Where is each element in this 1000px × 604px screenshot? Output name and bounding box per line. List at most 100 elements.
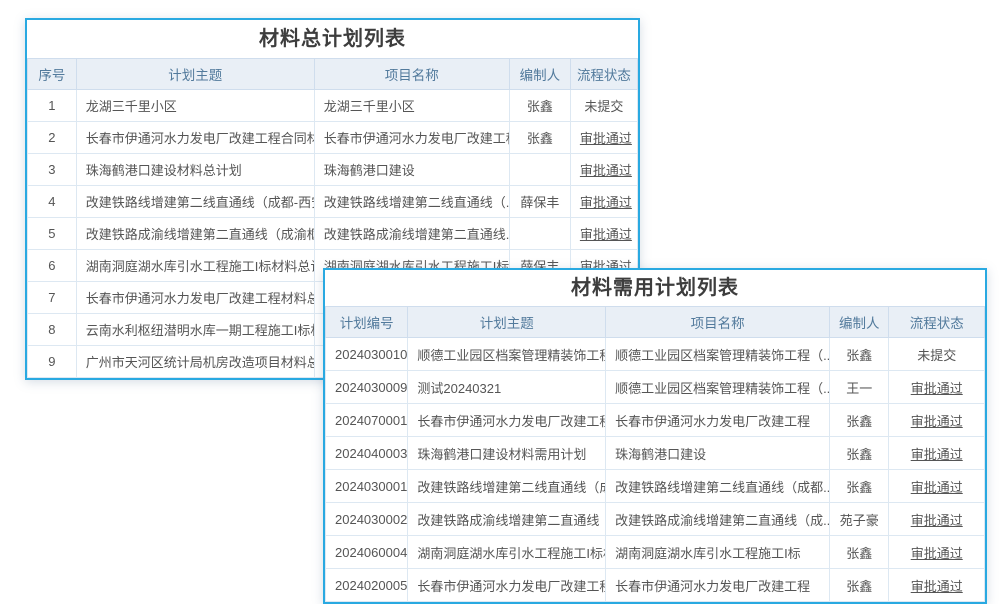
status-text[interactable]: 审批通过	[889, 503, 985, 536]
material-requirement-plan-table: 计划编号计划主题项目名称编制人流程状态 2024030010顺德工业园区档案管理…	[325, 306, 985, 602]
plan-number-link[interactable]: 2024030009	[326, 371, 408, 404]
table-row: 2024030001改建铁路线增建第二线直通线（成都...改建铁路线增建第二线直…	[326, 470, 985, 503]
table-row: 2长春市伊通河水力发电厂改建工程合同材料...长春市伊通河水力发电厂改建工程张鑫…	[28, 122, 638, 154]
project-name-link[interactable]: 改建铁路线增建第二线直通线（...	[314, 186, 509, 218]
column-header: 项目名称	[314, 59, 509, 90]
plan-subject-link[interactable]: 珠海鹤港口建设材料需用计划	[408, 437, 606, 470]
compiler-link[interactable]: 张鑫	[830, 536, 889, 569]
seq-cell: 3	[28, 154, 77, 186]
plan-subject-link[interactable]: 长春市伊通河水力发电厂改建工程合同材料...	[76, 122, 314, 154]
compiler-link[interactable]: 张鑫	[830, 437, 889, 470]
plan-number-link[interactable]: 2024040003	[326, 437, 408, 470]
seq-cell: 7	[28, 282, 77, 314]
plan-subject-link[interactable]: 改建铁路成渝线增建第二直通线（成...	[408, 503, 606, 536]
table-header-row: 计划编号计划主题项目名称编制人流程状态	[326, 307, 985, 338]
table-row: 2024020005长春市伊通河水力发电厂改建工程材...长春市伊通河水力发电厂…	[326, 569, 985, 602]
column-header: 计划编号	[326, 307, 408, 338]
seq-cell: 1	[28, 90, 77, 122]
plan-subject-link[interactable]: 龙湖三千里小区	[76, 90, 314, 122]
plan-subject-link[interactable]: 云南水利枢纽潜明水库一期工程施工I标材料...	[76, 314, 314, 346]
compiler-link[interactable]: 薛保丰	[509, 186, 570, 218]
status-text[interactable]: 审批通过	[570, 186, 637, 218]
compiler-link	[509, 218, 570, 250]
status-text[interactable]: 审批通过	[889, 569, 985, 602]
compiler-link	[509, 154, 570, 186]
project-name-link[interactable]: 珠海鹤港口建设	[314, 154, 509, 186]
table-row: 2024030010顺德工业园区档案管理精装饰工程（...顺德工业园区档案管理精…	[326, 338, 985, 371]
plan-subject-link[interactable]: 湖南洞庭湖水库引水工程施工I标材...	[408, 536, 606, 569]
compiler-link[interactable]: 王一	[830, 371, 889, 404]
seq-cell: 2	[28, 122, 77, 154]
status-text[interactable]: 审批通过	[889, 536, 985, 569]
status-text[interactable]: 审批通过	[570, 218, 637, 250]
table-row: 2024040003珠海鹤港口建设材料需用计划珠海鹤港口建设张鑫审批通过	[326, 437, 985, 470]
seq-cell: 4	[28, 186, 77, 218]
plan-number-link[interactable]: 2024030001	[326, 470, 408, 503]
plan-subject-link[interactable]: 广州市天河区统计局机房改造项目材料总计划	[76, 346, 314, 378]
compiler-link[interactable]: 张鑫	[830, 470, 889, 503]
plan-number-link[interactable]: 2024070001	[326, 404, 408, 437]
table-row: 2024030002改建铁路成渝线增建第二直通线（成...改建铁路成渝线增建第二…	[326, 503, 985, 536]
project-name-link[interactable]: 珠海鹤港口建设	[606, 437, 830, 470]
status-text[interactable]: 审批通过	[889, 404, 985, 437]
compiler-link[interactable]: 张鑫	[509, 122, 570, 154]
compiler-link[interactable]: 张鑫	[509, 90, 570, 122]
seq-cell: 6	[28, 250, 77, 282]
column-header: 项目名称	[606, 307, 830, 338]
project-name-link[interactable]: 顺德工业园区档案管理精装饰工程（...	[606, 371, 830, 404]
column-header: 编制人	[509, 59, 570, 90]
plan-subject-link[interactable]: 长春市伊通河水力发电厂改建工程合...	[408, 404, 606, 437]
plan-subject-link[interactable]: 测试20240321	[408, 371, 606, 404]
plan-number-link[interactable]: 2024020005	[326, 569, 408, 602]
material-requirement-plan-list-title: 材料需用计划列表	[325, 270, 985, 306]
plan-subject-link[interactable]: 湖南洞庭湖水库引水工程施工I标材料总计划	[76, 250, 314, 282]
status-text: 未提交	[889, 338, 985, 371]
column-header: 计划主题	[408, 307, 606, 338]
project-name-link[interactable]: 龙湖三千里小区	[314, 90, 509, 122]
plan-number-link[interactable]: 2024060004	[326, 536, 408, 569]
compiler-link[interactable]: 张鑫	[830, 338, 889, 371]
status-text[interactable]: 审批通过	[889, 371, 985, 404]
table-row: 2024070001长春市伊通河水力发电厂改建工程合...长春市伊通河水力发电厂…	[326, 404, 985, 437]
plan-subject-link[interactable]: 珠海鹤港口建设材料总计划	[76, 154, 314, 186]
project-name-link[interactable]: 长春市伊通河水力发电厂改建工程	[314, 122, 509, 154]
compiler-link[interactable]: 苑子豪	[830, 503, 889, 536]
column-header: 序号	[28, 59, 77, 90]
status-text[interactable]: 审批通过	[570, 122, 637, 154]
project-name-link[interactable]: 湖南洞庭湖水库引水工程施工I标	[606, 536, 830, 569]
seq-cell: 9	[28, 346, 77, 378]
material-total-plan-list-title: 材料总计划列表	[27, 20, 638, 58]
table-header-row: 序号计划主题项目名称编制人流程状态	[28, 59, 638, 90]
plan-subject-link[interactable]: 顺德工业园区档案管理精装饰工程（...	[408, 338, 606, 371]
table-row: 3珠海鹤港口建设材料总计划珠海鹤港口建设 审批通过	[28, 154, 638, 186]
compiler-link[interactable]: 张鑫	[830, 404, 889, 437]
column-header: 流程状态	[570, 59, 637, 90]
table-row: 1龙湖三千里小区龙湖三千里小区张鑫未提交	[28, 90, 638, 122]
status-text[interactable]: 审批通过	[889, 470, 985, 503]
status-text[interactable]: 审批通过	[570, 154, 637, 186]
project-name-link[interactable]: 长春市伊通河水力发电厂改建工程	[606, 404, 830, 437]
plan-number-link[interactable]: 2024030010	[326, 338, 408, 371]
plan-subject-link[interactable]: 长春市伊通河水力发电厂改建工程材料总计划	[76, 282, 314, 314]
plan-subject-link[interactable]: 改建铁路线增建第二线直通线（成都...	[408, 470, 606, 503]
plan-subject-link[interactable]: 改建铁路线增建第二线直通线（成都-西安）...	[76, 186, 314, 218]
project-name-link[interactable]: 改建铁路线增建第二线直通线（成都...	[606, 470, 830, 503]
table-row: 5改建铁路成渝线增建第二直通线（成渝枢纽...改建铁路成渝线增建第二直通线...…	[28, 218, 638, 250]
plan-number-link[interactable]: 2024030002	[326, 503, 408, 536]
status-text: 未提交	[570, 90, 637, 122]
column-header: 编制人	[830, 307, 889, 338]
compiler-link[interactable]: 张鑫	[830, 569, 889, 602]
project-name-link[interactable]: 改建铁路成渝线增建第二直通线（成...	[606, 503, 830, 536]
project-name-link[interactable]: 改建铁路成渝线增建第二直通线...	[314, 218, 509, 250]
seq-cell: 8	[28, 314, 77, 346]
plan-subject-link[interactable]: 改建铁路成渝线增建第二直通线（成渝枢纽...	[76, 218, 314, 250]
table-row: 2024060004湖南洞庭湖水库引水工程施工I标材...湖南洞庭湖水库引水工程…	[326, 536, 985, 569]
status-text[interactable]: 审批通过	[889, 437, 985, 470]
project-name-link[interactable]: 顺德工业园区档案管理精装饰工程（...	[606, 338, 830, 371]
plan-subject-link[interactable]: 长春市伊通河水力发电厂改建工程材...	[408, 569, 606, 602]
project-name-link[interactable]: 长春市伊通河水力发电厂改建工程	[606, 569, 830, 602]
material-requirement-plan-list-panel: 材料需用计划列表 计划编号计划主题项目名称编制人流程状态 2024030010顺…	[323, 268, 987, 604]
seq-cell: 5	[28, 218, 77, 250]
table-header-row: 计划编号计划主题项目名称编制人流程状态	[326, 307, 985, 338]
column-header: 流程状态	[889, 307, 985, 338]
